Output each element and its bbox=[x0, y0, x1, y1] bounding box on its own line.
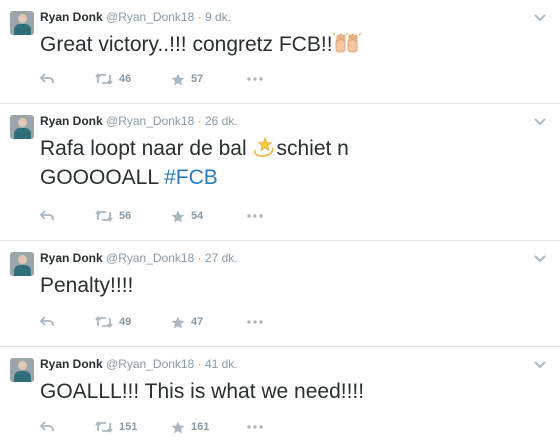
tweet-header: Ryan Donk @Ryan_Donk18 · 41 dk. bbox=[40, 357, 238, 372]
tweet-text: Rafa loopt naar de bal schiet n GOOOOALL … bbox=[40, 134, 540, 192]
separator-dot: · bbox=[197, 251, 202, 265]
retweet-icon bbox=[95, 210, 113, 222]
favorite-button[interactable]: 57 bbox=[171, 70, 203, 88]
tweet-time[interactable]: 27 dk. bbox=[205, 251, 238, 265]
favorite-button[interactable]: 161 bbox=[171, 418, 209, 436]
more-dots-icon bbox=[247, 214, 263, 218]
retweet-count: 56 bbox=[119, 210, 132, 222]
tweet-text: GOALLL!!! This is what we need!!!! bbox=[40, 377, 540, 406]
more-dots-icon bbox=[247, 425, 263, 429]
more-dots-icon bbox=[247, 320, 263, 324]
more-button[interactable] bbox=[247, 418, 263, 436]
avatar[interactable] bbox=[10, 115, 34, 139]
more-button[interactable] bbox=[247, 207, 263, 225]
more-button[interactable] bbox=[247, 313, 263, 331]
tweet-time[interactable]: 26 dk. bbox=[205, 114, 238, 128]
star-icon bbox=[171, 421, 185, 433]
favorite-count: 47 bbox=[191, 316, 204, 328]
hashtag-link[interactable]: #FCB bbox=[164, 166, 218, 189]
author-handle[interactable]: @Ryan_Donk18 bbox=[106, 251, 194, 265]
avatar[interactable] bbox=[10, 11, 34, 35]
star-icon bbox=[171, 73, 185, 85]
tweet-text-segment: Great victory..!!! congretz FCB!! bbox=[40, 33, 333, 56]
retweet-button[interactable]: 49 bbox=[95, 313, 131, 331]
tweet-text-segment: GOOOOALL bbox=[40, 166, 165, 189]
tweet[interactable]: Ryan Donk @Ryan_Donk18 · 9 dk. Great vic… bbox=[0, 0, 560, 104]
separator-dot: · bbox=[197, 357, 202, 371]
more-button[interactable] bbox=[247, 70, 263, 88]
tweet-text-segment: Penalty!!!! bbox=[40, 274, 134, 297]
chevron-down-icon[interactable] bbox=[534, 118, 546, 126]
favorite-button[interactable]: 54 bbox=[171, 207, 203, 225]
separator-dot: · bbox=[197, 114, 202, 128]
tweet[interactable]: Ryan Donk @Ryan_Donk18 · 27 dk. Penalty!… bbox=[0, 241, 560, 347]
reply-button[interactable] bbox=[40, 313, 54, 331]
tweet-text-segment: GOALLL!!! This is what we need!!!! bbox=[40, 380, 365, 403]
tweet-time[interactable]: 41 dk. bbox=[205, 357, 238, 371]
tweet-actions: 49 47 bbox=[40, 313, 300, 331]
author-name[interactable]: Ryan Donk bbox=[40, 114, 103, 128]
retweet-icon bbox=[95, 316, 113, 328]
dizzy-star-emoji-icon bbox=[254, 137, 275, 157]
tweet-header: Ryan Donk @Ryan_Donk18 · 27 dk. bbox=[40, 251, 238, 266]
tweet-text: Penalty!!!! bbox=[40, 271, 540, 300]
retweet-count: 49 bbox=[119, 316, 132, 328]
reply-button[interactable] bbox=[40, 207, 54, 225]
favorite-count: 161 bbox=[191, 421, 210, 433]
retweet-count: 151 bbox=[119, 421, 138, 433]
favorite-count: 57 bbox=[191, 73, 204, 85]
avatar[interactable] bbox=[10, 252, 34, 276]
reply-button[interactable] bbox=[40, 70, 54, 88]
favorite-button[interactable]: 47 bbox=[171, 313, 203, 331]
separator-dot: · bbox=[197, 10, 202, 24]
reply-icon bbox=[40, 73, 54, 84]
star-icon bbox=[171, 210, 185, 222]
retweet-icon bbox=[95, 421, 113, 433]
author-handle[interactable]: @Ryan_Donk18 bbox=[106, 114, 194, 128]
favorite-count: 54 bbox=[191, 210, 204, 222]
retweet-count: 46 bbox=[119, 73, 132, 85]
tweet-header: Ryan Donk @Ryan_Donk18 · 26 dk. bbox=[40, 114, 238, 129]
retweet-button[interactable]: 151 bbox=[95, 418, 137, 436]
tweet-actions: 46 57 bbox=[40, 70, 300, 88]
tweet-time[interactable]: 9 dk. bbox=[205, 10, 231, 24]
retweet-button[interactable]: 56 bbox=[95, 207, 131, 225]
author-handle[interactable]: @Ryan_Donk18 bbox=[106, 357, 194, 371]
tweet-actions: 56 54 bbox=[40, 207, 300, 225]
reply-button[interactable] bbox=[40, 418, 54, 436]
tweet-header: Ryan Donk @Ryan_Donk18 · 9 dk. bbox=[40, 10, 231, 25]
tweet-text-segment: Rafa loopt naar de bal bbox=[40, 137, 253, 160]
retweet-icon bbox=[95, 73, 113, 85]
author-name[interactable]: Ryan Donk bbox=[40, 10, 103, 24]
tweet-timeline: Ryan Donk @Ryan_Donk18 · 9 dk. Great vic… bbox=[0, 0, 560, 447]
star-icon bbox=[171, 316, 185, 328]
chevron-down-icon[interactable] bbox=[534, 255, 546, 263]
more-dots-icon bbox=[247, 77, 263, 81]
author-name[interactable]: Ryan Donk bbox=[40, 251, 103, 265]
author-name[interactable]: Ryan Donk bbox=[40, 357, 103, 371]
retweet-button[interactable]: 46 bbox=[95, 70, 131, 88]
reply-icon bbox=[40, 421, 54, 432]
reply-icon bbox=[40, 210, 54, 221]
avatar[interactable] bbox=[10, 358, 34, 382]
raised-hands-emoji-icon bbox=[332, 32, 361, 53]
tweet[interactable]: Ryan Donk @Ryan_Donk18 · 26 dk. Rafa loo… bbox=[0, 104, 560, 241]
tweet-text-segment: schiet n bbox=[276, 137, 349, 160]
tweet[interactable]: Ryan Donk @Ryan_Donk18 · 41 dk. GOALLL!!… bbox=[0, 347, 560, 447]
chevron-down-icon[interactable] bbox=[534, 14, 546, 22]
tweet-text: Great victory..!!! congretz FCB!! bbox=[40, 30, 540, 59]
author-handle[interactable]: @Ryan_Donk18 bbox=[106, 10, 194, 24]
chevron-down-icon[interactable] bbox=[534, 361, 546, 369]
reply-icon bbox=[40, 316, 54, 327]
tweet-actions: 151 161 bbox=[40, 418, 300, 436]
